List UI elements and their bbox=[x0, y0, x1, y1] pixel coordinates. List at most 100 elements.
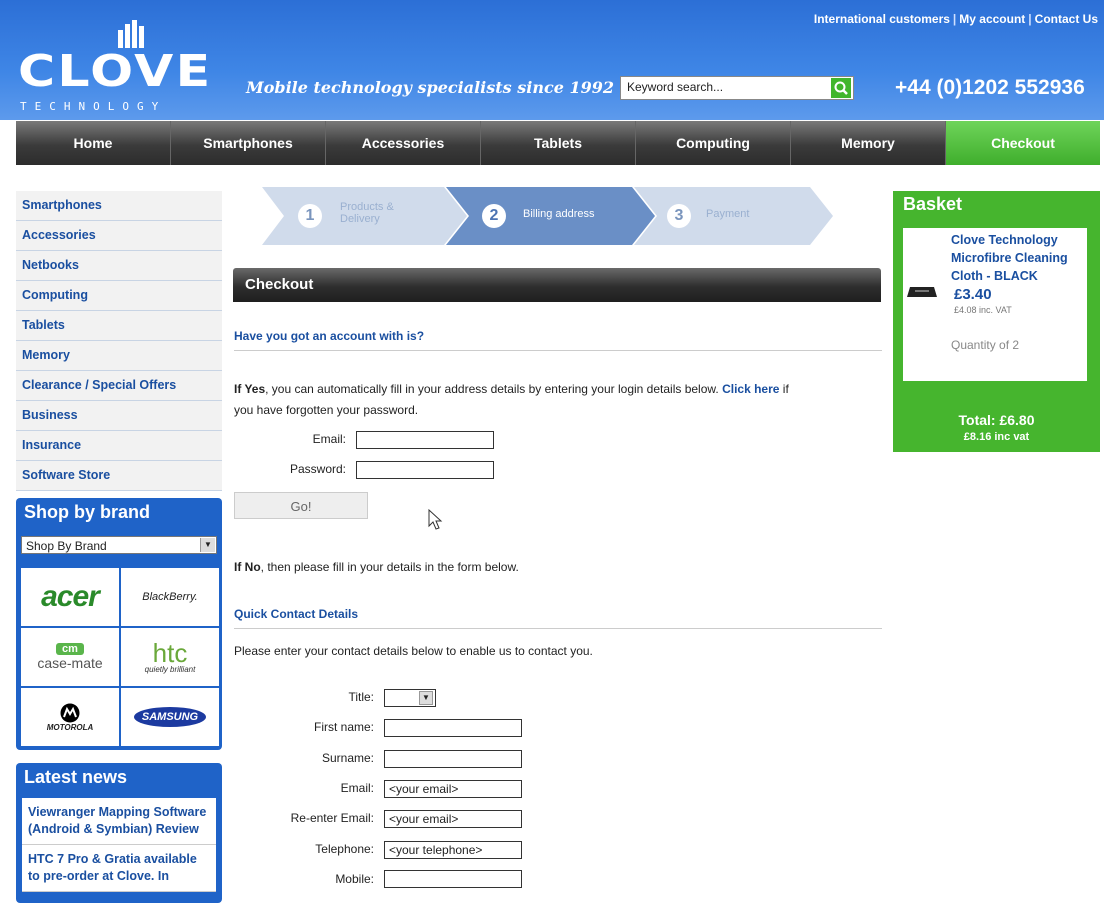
basket-total-vat: £8.16 inc vat bbox=[963, 431, 1030, 443]
surname-field[interactable] bbox=[384, 750, 522, 768]
acer-logo: acer bbox=[41, 580, 100, 613]
title-label: Title: bbox=[348, 690, 374, 704]
basket-panel: Basket Clove Technology Microfibre Clean… bbox=[893, 191, 1100, 452]
motorola-icon bbox=[60, 703, 80, 722]
mobile-field[interactable] bbox=[384, 870, 522, 888]
separator: | bbox=[952, 12, 957, 26]
contact-us-link[interactable]: Contact Us bbox=[1035, 12, 1098, 26]
login-password-field[interactable] bbox=[356, 461, 494, 479]
case-mate-badge: cm bbox=[56, 643, 84, 655]
logo-subtitle: TECHNOLOGY bbox=[20, 100, 167, 113]
if-no-bold: If No bbox=[234, 560, 261, 574]
mouse-cursor-icon bbox=[428, 509, 443, 530]
brand-select[interactable]: Shop By Brand ▼ bbox=[21, 536, 217, 554]
sidebar-item-netbooks[interactable]: Netbooks bbox=[16, 251, 222, 281]
nav-memory[interactable]: Memory bbox=[791, 121, 946, 165]
latest-news-panel: Latest news Viewranger Mapping Software … bbox=[16, 763, 222, 903]
news-item[interactable]: Viewranger Mapping Software (Android & S… bbox=[22, 798, 216, 845]
htc-logo: htc bbox=[152, 637, 188, 668]
brand-case-mate[interactable]: cm case-mate bbox=[21, 628, 119, 686]
login-email-label: Email: bbox=[312, 432, 346, 446]
brand-acer[interactable]: acer bbox=[21, 568, 119, 626]
basket-title: Basket bbox=[903, 194, 963, 214]
nav-smartphones[interactable]: Smartphones bbox=[171, 121, 326, 165]
telephone-field[interactable]: <your telephone> bbox=[384, 841, 522, 859]
if-yes-tail: if bbox=[779, 382, 789, 396]
nav-tablets[interactable]: Tablets bbox=[481, 121, 636, 165]
news-item[interactable]: HTC 7 Pro & Gratia available to pre-orde… bbox=[22, 845, 216, 892]
checkout-steps: 1 Products & Delivery 2 Billing address … bbox=[262, 187, 840, 245]
news-list: Viewranger Mapping Software (Android & S… bbox=[22, 798, 216, 892]
sidebar-item-insurance[interactable]: Insurance bbox=[16, 431, 222, 461]
step-1-number: 1 bbox=[298, 204, 322, 228]
basket-product-name[interactable]: Clove Technology Microfibre Cleaning Clo… bbox=[951, 231, 1085, 285]
clove-logo[interactable]: CLOVE TECHNOLOGY bbox=[18, 18, 228, 113]
sidebar-item-memory[interactable]: Memory bbox=[16, 341, 222, 371]
shop-by-brand-title: Shop by brand bbox=[24, 502, 150, 522]
search-icon bbox=[834, 81, 848, 95]
if-yes-body: , you can automatically fill in your add… bbox=[265, 382, 719, 396]
surname-label: Surname: bbox=[321, 751, 374, 765]
step-2-number: 2 bbox=[482, 204, 506, 228]
sidebar-item-tablets[interactable]: Tablets bbox=[16, 311, 222, 341]
motorola-logo: MOTOROLA bbox=[46, 722, 94, 732]
basket-item: Clove Technology Microfibre Cleaning Clo… bbox=[903, 228, 1087, 381]
step-2-label: Billing address bbox=[523, 208, 595, 220]
login-password-label: Password: bbox=[289, 462, 346, 476]
page-title: Checkout bbox=[245, 276, 314, 293]
samsung-logo: SAMSUNG bbox=[133, 707, 207, 727]
top-links: International customers | My account | Conta… bbox=[814, 12, 1098, 26]
step-1-label: Products & Delivery bbox=[340, 201, 394, 225]
reenter-email-field[interactable]: <your email> bbox=[384, 810, 522, 828]
step-2: 2 Billing address bbox=[446, 187, 636, 245]
nav-checkout[interactable]: Checkout bbox=[946, 121, 1100, 165]
click-here-link[interactable]: Click here bbox=[722, 382, 779, 396]
login-email-field[interactable] bbox=[356, 431, 494, 449]
email-label: Email: bbox=[340, 781, 374, 795]
latest-news-title: Latest news bbox=[24, 767, 128, 787]
sidebar-item-computing[interactable]: Computing bbox=[16, 281, 222, 311]
brand-motorola[interactable]: MOTOROLA bbox=[21, 688, 119, 746]
if-yes-bold: If Yes bbox=[234, 382, 266, 396]
brand-htc[interactable]: htc quietly brilliant bbox=[121, 628, 219, 686]
mobile-label: Mobile: bbox=[335, 872, 374, 886]
brand-grid: acer BlackBerry. cm case-mate htc quietl… bbox=[21, 568, 219, 746]
nav-computing[interactable]: Computing bbox=[636, 121, 791, 165]
step-1: 1 Products & Delivery bbox=[262, 187, 462, 245]
my-account-link[interactable]: My account bbox=[959, 12, 1025, 26]
hand-icon bbox=[118, 20, 144, 48]
tagline: Mobile technology specialists since 1992 bbox=[246, 78, 614, 97]
quick-contact-text: Please enter your contact details below … bbox=[234, 644, 593, 658]
quick-contact-heading: Quick Contact Details bbox=[234, 607, 882, 629]
brand-blackberry[interactable]: BlackBerry. bbox=[121, 568, 219, 626]
sidebar-item-business[interactable]: Business bbox=[16, 401, 222, 431]
first-name-label: First name: bbox=[313, 720, 374, 734]
email-field[interactable]: <your email> bbox=[384, 780, 522, 798]
basket-price-vat: £4.08 inc. VAT bbox=[954, 305, 1012, 315]
case-mate-logo: case-mate bbox=[37, 655, 103, 671]
search-button[interactable] bbox=[831, 78, 851, 98]
title-select[interactable]: ▼ bbox=[384, 689, 436, 707]
sidebar-item-clearance[interactable]: Clearance / Special Offers bbox=[16, 371, 222, 401]
category-menu: Smartphones Accessories Netbooks Computi… bbox=[16, 191, 222, 491]
chevron-down-icon: ▼ bbox=[200, 538, 215, 552]
sidebar-item-smartphones[interactable]: Smartphones bbox=[16, 191, 222, 221]
nav-home[interactable]: Home bbox=[16, 121, 171, 165]
sidebar-item-software-store[interactable]: Software Store bbox=[16, 461, 222, 491]
if-yes-text: If Yes, you can automatically fill in yo… bbox=[234, 379, 884, 421]
international-customers-link[interactable]: International customers bbox=[814, 12, 950, 26]
separator: | bbox=[1028, 12, 1032, 26]
nav-accessories[interactable]: Accessories bbox=[326, 121, 481, 165]
shop-by-brand-panel: Shop by brand Shop By Brand ▼ acer Black… bbox=[16, 498, 222, 750]
chevron-down-icon: ▼ bbox=[419, 691, 433, 705]
htc-tagline: quietly brilliant bbox=[144, 664, 196, 674]
first-name-field[interactable] bbox=[384, 719, 522, 737]
if-no-text: If No, then please fill in your details … bbox=[234, 557, 519, 578]
main-nav: Home Smartphones Accessories Tablets Com… bbox=[16, 121, 1100, 165]
brand-samsung[interactable]: SAMSUNG bbox=[121, 688, 219, 746]
search-input[interactable] bbox=[621, 77, 829, 97]
account-heading: Have you got an account with is? bbox=[234, 329, 882, 351]
go-button[interactable]: Go! bbox=[234, 492, 368, 519]
sidebar-item-accessories[interactable]: Accessories bbox=[16, 221, 222, 251]
product-thumbnail-icon bbox=[907, 287, 937, 297]
